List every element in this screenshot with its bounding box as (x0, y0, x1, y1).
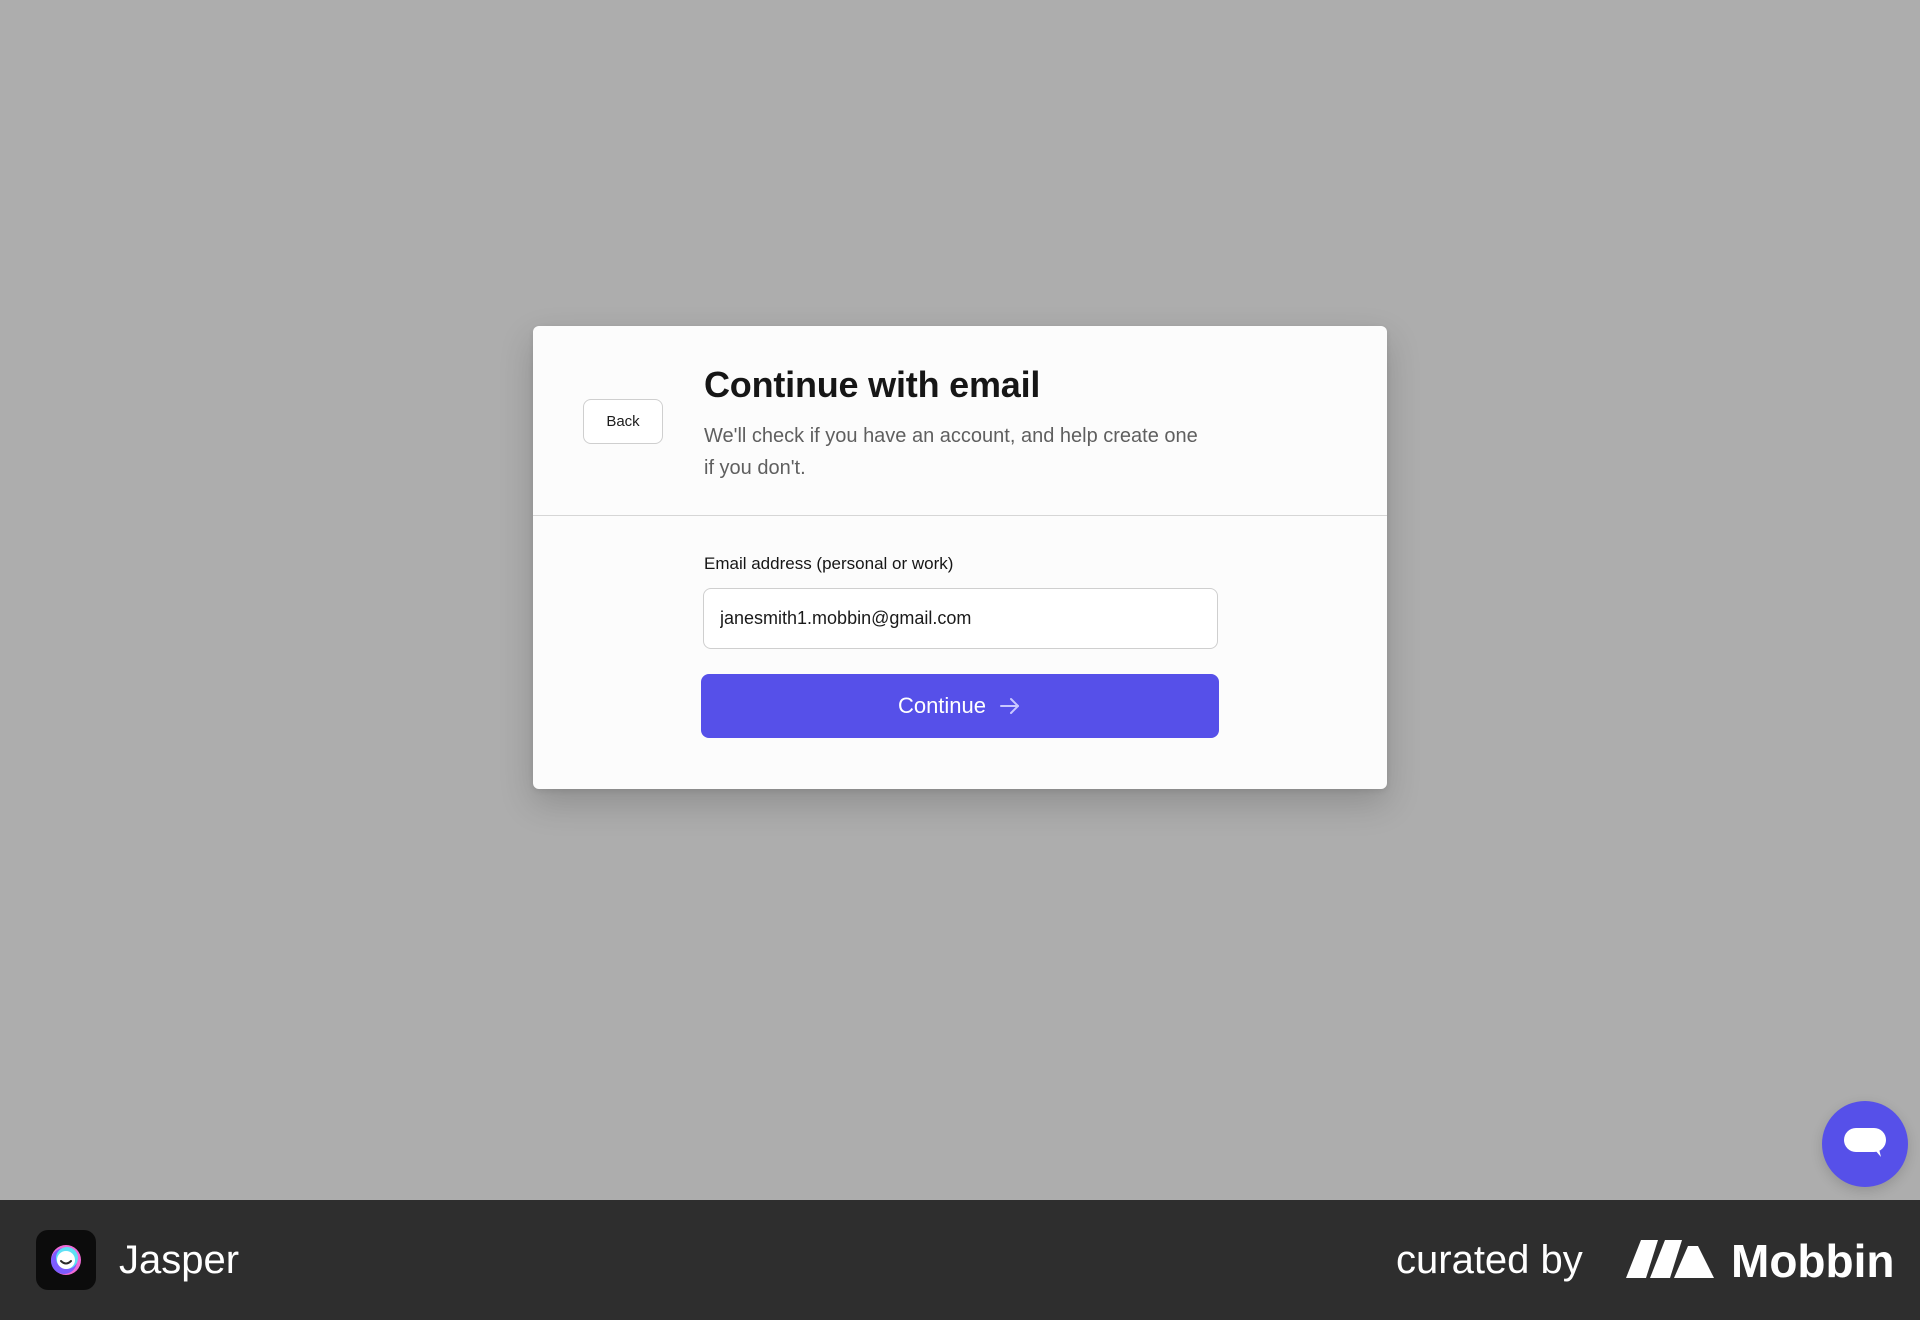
back-button[interactable]: Back (583, 399, 663, 444)
footer-bar: Jasper curated by Mobbin (0, 1200, 1920, 1320)
mobbin-brand-name: Mobbin (1731, 1235, 1895, 1287)
continue-with-email-dialog: Back Continue with email We'll check if … (533, 326, 1387, 789)
chat-launcher-button[interactable] (1822, 1101, 1908, 1187)
dialog-title: Continue with email (704, 364, 1041, 405)
dialog-subtitle: We'll check if you have an account, and … (704, 425, 1198, 479)
dialog-header: Back Continue with email We'll check if … (533, 326, 1387, 516)
app-name: Jasper (119, 1238, 240, 1282)
mobbin-logo-icon (1626, 1238, 1714, 1280)
continue-button-label: Continue (897, 693, 987, 718)
email-field-label: Email address (personal or work) (704, 554, 954, 573)
chat-bubble-icon (1843, 1125, 1887, 1164)
email-field[interactable] (703, 588, 1218, 649)
curated-by-text: curated by (1396, 1238, 1583, 1282)
jasper-logo-icon (36, 1230, 96, 1290)
arrow-right-icon (998, 694, 1022, 718)
continue-button[interactable]: Continue (701, 674, 1219, 738)
